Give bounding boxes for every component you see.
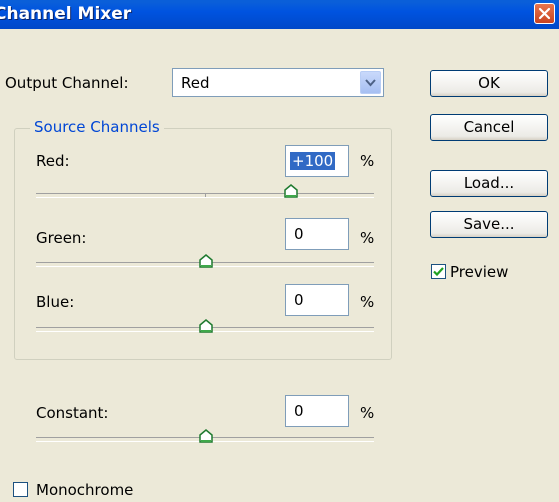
green-label: Green: xyxy=(36,229,87,247)
blue-unit: % xyxy=(360,293,375,311)
constant-slider-thumb[interactable] xyxy=(199,429,213,443)
green-unit: % xyxy=(360,229,375,247)
blue-label: Blue: xyxy=(36,293,75,311)
close-icon xyxy=(538,7,551,20)
red-value-input[interactable]: +100 xyxy=(285,145,349,177)
load-button[interactable]: Load... xyxy=(430,170,548,197)
constant-label: Constant: xyxy=(36,404,109,422)
output-channel-select[interactable]: Red xyxy=(172,68,384,97)
red-label: Red: xyxy=(36,152,70,170)
title-bar[interactable]: Channel Mixer xyxy=(0,0,559,29)
preview-checkbox[interactable] xyxy=(431,264,446,279)
blue-value: 0 xyxy=(294,291,304,309)
monochrome-label: Monochrome xyxy=(36,481,134,499)
red-slider-thumb[interactable] xyxy=(284,184,298,198)
red-slider-center-tick xyxy=(205,193,206,197)
save-button[interactable]: Save... xyxy=(430,211,548,238)
blue-value-input[interactable]: 0 xyxy=(285,284,349,316)
red-unit: % xyxy=(360,152,375,170)
output-channel-value: Red xyxy=(181,74,210,92)
blue-slider-thumb[interactable] xyxy=(199,319,213,333)
source-channels-title: Source Channels xyxy=(30,118,164,136)
red-value: +100 xyxy=(290,152,336,170)
monochrome-checkbox[interactable] xyxy=(13,482,28,497)
close-button[interactable] xyxy=(534,3,555,24)
chevron-down-icon xyxy=(365,79,376,87)
constant-value-input[interactable]: 0 xyxy=(285,395,349,427)
checkmark-icon xyxy=(433,267,444,277)
green-slider-thumb[interactable] xyxy=(199,254,213,268)
cancel-button[interactable]: Cancel xyxy=(430,114,548,141)
window-title: Channel Mixer xyxy=(0,4,132,24)
constant-unit: % xyxy=(360,404,375,422)
dropdown-button[interactable] xyxy=(360,71,381,94)
constant-value: 0 xyxy=(294,402,304,420)
preview-label: Preview xyxy=(450,263,509,281)
green-value-input[interactable]: 0 xyxy=(285,218,349,250)
ok-button[interactable]: OK xyxy=(430,70,548,97)
output-channel-label: Output Channel: xyxy=(5,74,129,92)
green-value: 0 xyxy=(294,225,304,243)
